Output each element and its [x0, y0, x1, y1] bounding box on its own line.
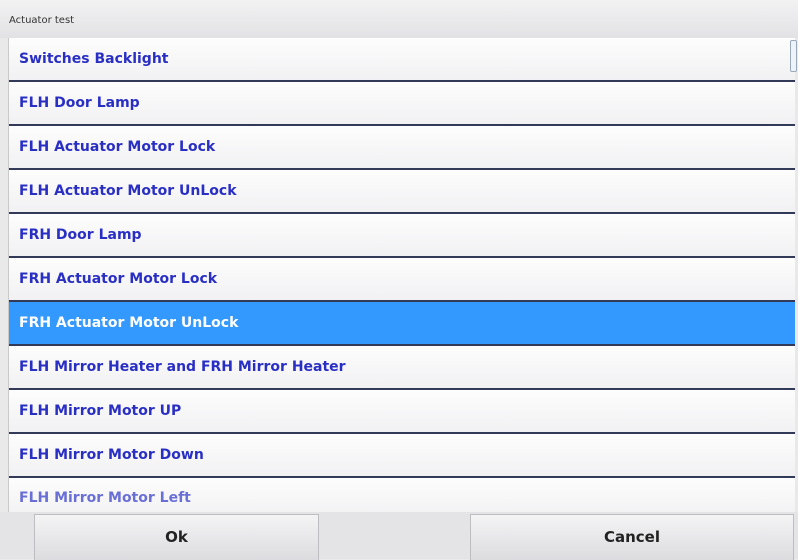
- list-item[interactable]: FLH Mirror Motor Left: [9, 478, 795, 512]
- list-item[interactable]: Switches Backlight: [9, 38, 795, 82]
- list-item[interactable]: FRH Door Lamp: [9, 214, 795, 258]
- list-item[interactable]: FLH Door Lamp: [9, 82, 795, 126]
- list-item[interactable]: FLH Mirror Motor Down: [9, 434, 795, 478]
- window-title: Actuator test: [9, 15, 75, 26]
- list-item[interactable]: FRH Actuator Motor Lock: [9, 258, 795, 302]
- list-item-selected[interactable]: FRH Actuator Motor UnLock: [9, 302, 795, 346]
- cancel-button[interactable]: Cancel: [470, 514, 794, 560]
- list-item[interactable]: FLH Mirror Motor UP: [9, 390, 795, 434]
- list-item[interactable]: FLH Actuator Motor Lock: [9, 126, 795, 170]
- title-bar: Actuator test: [0, 0, 798, 38]
- list-item[interactable]: FLH Mirror Heater and FRH Mirror Heater: [9, 346, 795, 390]
- ok-button[interactable]: Ok: [34, 514, 319, 560]
- scrollbar-thumb[interactable]: [790, 40, 797, 72]
- list-item[interactable]: FLH Actuator Motor UnLock: [9, 170, 795, 214]
- actuator-list[interactable]: Switches Backlight FLH Door Lamp FLH Act…: [8, 38, 795, 512]
